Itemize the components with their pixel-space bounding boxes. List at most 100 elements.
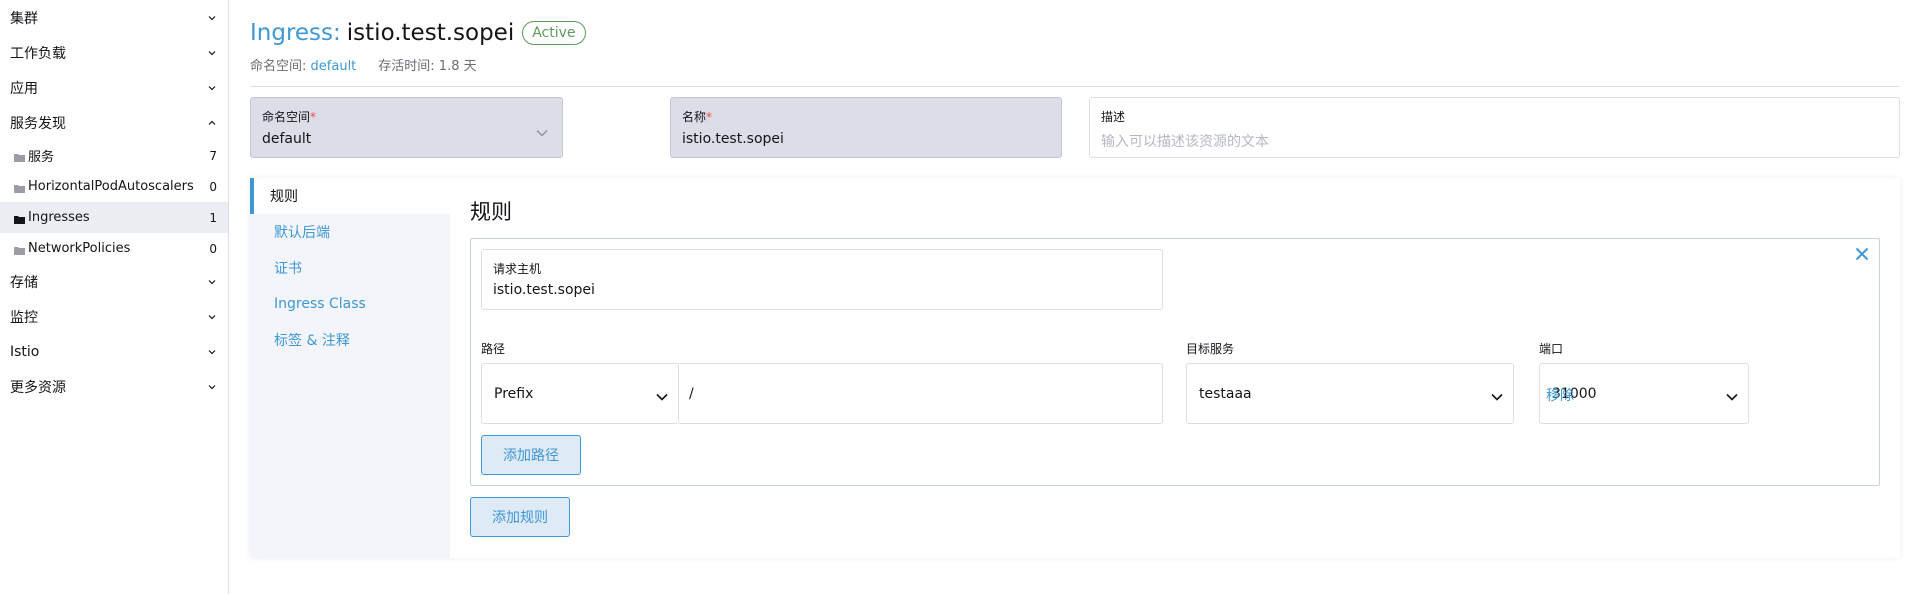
nav-group-more-resources[interactable]: 更多资源 — [0, 369, 228, 404]
sidebar: 集群 工作负载 应用 服务发现 服务 7 HorizontalPodAutosc… — [0, 0, 229, 594]
sidebar-item-left: HorizontalPodAutoscalers — [14, 179, 194, 194]
tab-list: 规则 默认后端 证书 Ingress Class 标签 & 注释 — [250, 178, 450, 558]
sidebar-item-count: 0 — [209, 179, 217, 194]
close-icon[interactable] — [1855, 247, 1869, 265]
chevron-down-icon — [208, 278, 216, 286]
nav-group-label: 更多资源 — [10, 379, 66, 396]
path-input[interactable]: / — [679, 363, 1163, 424]
nav-group-label: 集群 — [10, 10, 38, 27]
path-input-value: / — [689, 385, 694, 402]
description-field[interactable]: 描述 输入可以描述该资源的文本 — [1089, 97, 1900, 158]
namespace-label-text: 命名空间 — [262, 110, 311, 124]
chevron-down-icon — [208, 49, 216, 57]
chevron-down-icon — [656, 389, 668, 405]
nav-group-label: 应用 — [10, 80, 38, 97]
nav-group-apps[interactable]: 应用 — [0, 70, 228, 105]
folder-icon — [14, 151, 25, 162]
namespace-field-label: 命名空间* — [262, 108, 551, 125]
nav-group-label: 存储 — [10, 274, 38, 291]
chevron-down-icon — [208, 313, 216, 321]
tab-ingress-class[interactable]: Ingress Class — [250, 286, 450, 322]
description-field-label: 描述 — [1101, 110, 1126, 124]
sidebar-item-services[interactable]: 服务 7 — [0, 140, 228, 171]
path-type-value: Prefix — [494, 385, 534, 402]
namespace-select[interactable]: 命名空间* default — [250, 97, 563, 158]
age-meta: 存活时间: 1.8 天 — [378, 59, 477, 74]
namespace-link[interactable]: default — [311, 59, 357, 74]
name-field-label: 名称* — [682, 108, 1050, 125]
rules-section-title: 规则 — [470, 200, 512, 224]
nav-group-label: Istio — [10, 343, 40, 360]
rules-tab-content: 规则 请求主机 istio.test.sopei 路径 目标服务 端口 Pref… — [450, 178, 1900, 558]
sidebar-item-label: HorizontalPodAutoscalers — [28, 179, 194, 194]
namespace-meta-label: 命名空间: — [250, 59, 307, 74]
chevron-down-icon — [208, 383, 216, 391]
tab-labels-annotations[interactable]: 标签 & 注释 — [250, 322, 450, 358]
resource-kind: Ingress: — [250, 20, 341, 46]
remove-path-link[interactable]: 移除 — [1546, 385, 1574, 405]
status-badge: Active — [522, 21, 586, 45]
name-field[interactable]: 名称* istio.test.sopei — [670, 97, 1062, 158]
nav-group-storage[interactable]: 存储 — [0, 264, 228, 299]
name-value: istio.test.sopei — [682, 131, 784, 147]
page-title: Ingress: istio.test.sopei Active — [250, 20, 586, 46]
required-marker: * — [706, 110, 713, 124]
folder-open-icon — [14, 213, 25, 224]
sidebar-item-count: 1 — [209, 210, 217, 225]
sidebar-item-label: NetworkPolicies — [28, 241, 131, 256]
nav-group-istio[interactable]: Istio — [0, 334, 228, 369]
tab-certificates[interactable]: 证书 — [250, 250, 450, 286]
sidebar-item-label: Ingresses — [28, 210, 90, 225]
add-path-button[interactable]: 添加路径 — [481, 435, 581, 475]
tabbed-panel: 规则 默认后端 证书 Ingress Class 标签 & 注释 规则 请求主机… — [250, 178, 1900, 558]
tab-rules[interactable]: 规则 — [250, 178, 450, 214]
chevron-down-icon — [1491, 389, 1503, 405]
path-type-select[interactable]: Prefix — [481, 363, 679, 424]
nav-group-label: 工作负载 — [10, 45, 66, 62]
folder-icon — [14, 182, 25, 193]
nav-group-monitoring[interactable]: 监控 — [0, 299, 228, 334]
resource-meta: 命名空间: default 存活时间: 1.8 天 — [250, 55, 477, 74]
main-content: Ingress: istio.test.sopei Active 命名空间: d… — [250, 0, 1900, 594]
request-host-value: istio.test.sopei — [493, 282, 595, 298]
sidebar-item-label: 服务 — [28, 150, 55, 165]
request-host-field[interactable]: 请求主机 istio.test.sopei — [481, 249, 1163, 310]
path-label: 路径 — [481, 342, 506, 356]
namespace-value: default — [262, 131, 312, 147]
namespace-meta: 命名空间: default — [250, 55, 356, 74]
target-service-value: testaaa — [1199, 385, 1252, 402]
nav-group-service-discovery[interactable]: 服务发现 — [0, 105, 228, 140]
name-label-text: 名称 — [682, 110, 707, 124]
port-label: 端口 — [1539, 342, 1564, 356]
request-host-label: 请求主机 — [493, 262, 542, 276]
folder-icon — [14, 244, 25, 255]
sidebar-item-count: 0 — [209, 241, 217, 256]
chevron-up-icon — [208, 119, 216, 127]
chevron-down-icon — [208, 84, 216, 92]
chevron-down-icon — [208, 348, 216, 356]
sidebar-item-left: NetworkPolicies — [14, 241, 130, 256]
app-root: 集群 工作负载 应用 服务发现 服务 7 HorizontalPodAutosc… — [0, 0, 1920, 594]
add-rule-button[interactable]: 添加规则 — [470, 497, 570, 537]
required-marker: * — [310, 110, 317, 124]
rule-card: 请求主机 istio.test.sopei 路径 目标服务 端口 Prefix … — [470, 238, 1880, 486]
nav-group-cluster[interactable]: 集群 — [0, 0, 228, 35]
nav-group-workloads[interactable]: 工作负载 — [0, 35, 228, 70]
nav-group-label: 服务发现 — [10, 115, 66, 132]
chevron-down-icon — [536, 125, 548, 141]
sidebar-item-hpa[interactable]: HorizontalPodAutoscalers 0 — [0, 171, 228, 202]
description-placeholder: 输入可以描述该资源的文本 — [1101, 134, 1269, 150]
sidebar-item-count: 7 — [209, 148, 217, 163]
target-service-select[interactable]: testaaa — [1186, 363, 1514, 424]
nav-group-label: 监控 — [10, 309, 38, 326]
header-divider — [250, 86, 1900, 87]
sidebar-item-left: Ingresses — [14, 210, 90, 225]
resource-name: istio.test.sopei — [346, 20, 515, 46]
tab-default-backend[interactable]: 默认后端 — [250, 214, 450, 250]
sidebar-item-left: 服务 — [14, 146, 54, 165]
sidebar-item-ingresses[interactable]: Ingresses 1 — [0, 202, 228, 233]
chevron-down-icon — [1726, 389, 1738, 405]
chevron-down-icon — [208, 14, 216, 22]
target-service-label: 目标服务 — [1186, 342, 1235, 356]
sidebar-item-network-policies[interactable]: NetworkPolicies 0 — [0, 233, 228, 264]
